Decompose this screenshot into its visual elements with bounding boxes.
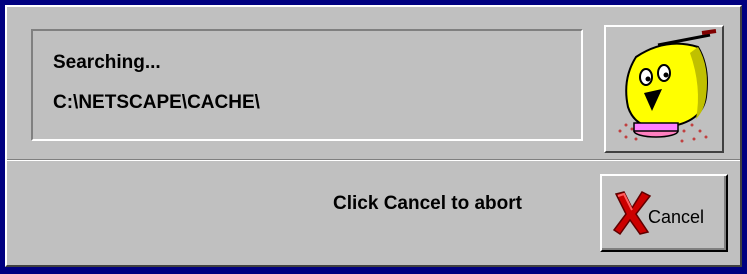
cancel-button-label: Cancel <box>648 207 705 227</box>
red-x-icon <box>612 191 652 236</box>
cancel-button[interactable]: Cancel <box>600 174 728 252</box>
smiling-cleaner-mascot-icon <box>618 29 717 143</box>
abort-prompt: Click Cancel to abort <box>333 193 522 214</box>
status-panel: Searching... C:\NETSCAPE\CACHE\ <box>31 29 583 141</box>
search-dialog: Searching... C:\NETSCAPE\CACHE\ Click Ca… <box>5 5 742 267</box>
current-path: C:\NETSCAPE\CACHE\ <box>53 92 260 113</box>
divider <box>7 159 740 161</box>
mascot-frame <box>604 25 724 153</box>
status-text: Searching... <box>53 52 161 73</box>
